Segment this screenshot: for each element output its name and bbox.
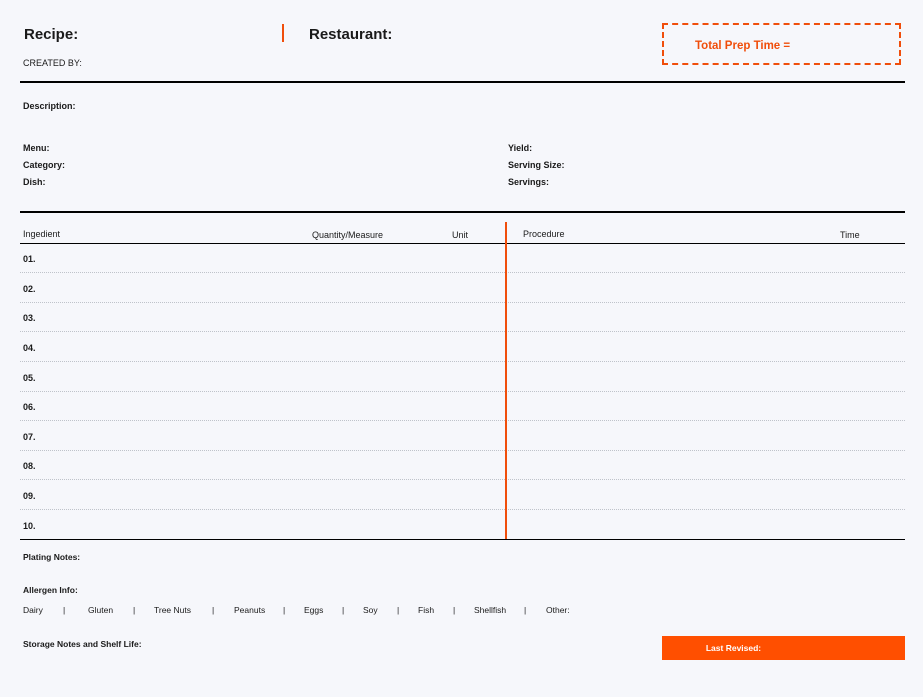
allergen-separator: | [133, 605, 136, 615]
table-row-separator [20, 509, 905, 510]
menu-label: Menu: [23, 143, 50, 153]
allergen-eggs: Eggs [304, 605, 324, 615]
table-header-rule [20, 243, 905, 244]
yield-label: Yield: [508, 143, 533, 153]
header-divider [282, 24, 284, 42]
last-revised-label: Last Revised: [705, 643, 762, 653]
allergen-gluten: Gluten [88, 605, 114, 615]
created-by-label: CREATED BY: [23, 58, 82, 68]
plating-notes-label: Plating Notes: [23, 552, 81, 562]
serving-size-label: Serving Size: [508, 160, 565, 170]
table-row-separator [20, 272, 905, 273]
table-column-divider [505, 222, 507, 540]
table-row-number: 06. [23, 402, 36, 412]
table-row-separator [20, 450, 905, 451]
allergen-peanuts: Peanuts [234, 605, 266, 615]
description-label: Description: [23, 101, 76, 111]
table-row-separator [20, 479, 905, 480]
prep-time-label: Total Prep Time = [695, 40, 791, 52]
table-bottom-rule [20, 539, 905, 540]
table-row-number: 04. [23, 343, 36, 353]
allergen-fish: Fish [418, 605, 435, 615]
allergen-dairy: Dairy [23, 605, 43, 615]
dish-label: Dish: [23, 177, 46, 187]
allergen-separator: | [397, 605, 400, 615]
storage-notes-label: Storage Notes and Shelf Life: [23, 639, 142, 649]
table-row-separator [20, 302, 905, 303]
allergen-separator: | [453, 605, 456, 615]
table-row-separator [20, 331, 905, 332]
header-rule [20, 81, 905, 83]
allergen-tree-nuts: Tree Nuts [154, 605, 192, 615]
allergen-separator: | [283, 605, 286, 615]
table-row-number: 07. [23, 432, 36, 442]
ingredient-header: Ingedient [23, 229, 61, 239]
table-row-separator [20, 391, 905, 392]
allergen-separator: | [63, 605, 66, 615]
allergen-soy: Soy [363, 605, 378, 615]
allergen-separator: | [524, 605, 527, 615]
table-row-number: 10. [23, 521, 36, 531]
table-row-number: 02. [23, 284, 36, 294]
category-label: Category: [23, 160, 66, 170]
quantity-header: Quantity/Measure [312, 230, 384, 240]
servings-label: Servings: [508, 177, 550, 187]
allergen-shellfish: Shellfish [474, 605, 507, 615]
table-row-separator [20, 361, 905, 362]
table-row-number: 03. [23, 313, 36, 323]
unit-header: Unit [452, 230, 469, 240]
allergen-separator: | [342, 605, 345, 615]
table-row-number: 09. [23, 491, 36, 501]
prep-time-box[interactable]: Total Prep Time = [662, 23, 901, 65]
allergen-info-label: Allergen Info: [23, 585, 78, 595]
procedure-header: Procedure [523, 229, 565, 239]
table-row-number: 08. [23, 461, 36, 471]
allergen-separator: | [212, 605, 215, 615]
table-row-number: 01. [23, 254, 36, 264]
table-row-separator [20, 420, 905, 421]
recipe-label: Recipe: [24, 26, 79, 43]
allergen-other: Other: [546, 605, 570, 615]
restaurant-label: Restaurant: [309, 26, 393, 43]
table-row-number: 05. [23, 373, 36, 383]
last-revised-bar: Last Revised: [662, 636, 905, 660]
time-header: Time [840, 230, 860, 240]
info-rule [20, 211, 905, 213]
